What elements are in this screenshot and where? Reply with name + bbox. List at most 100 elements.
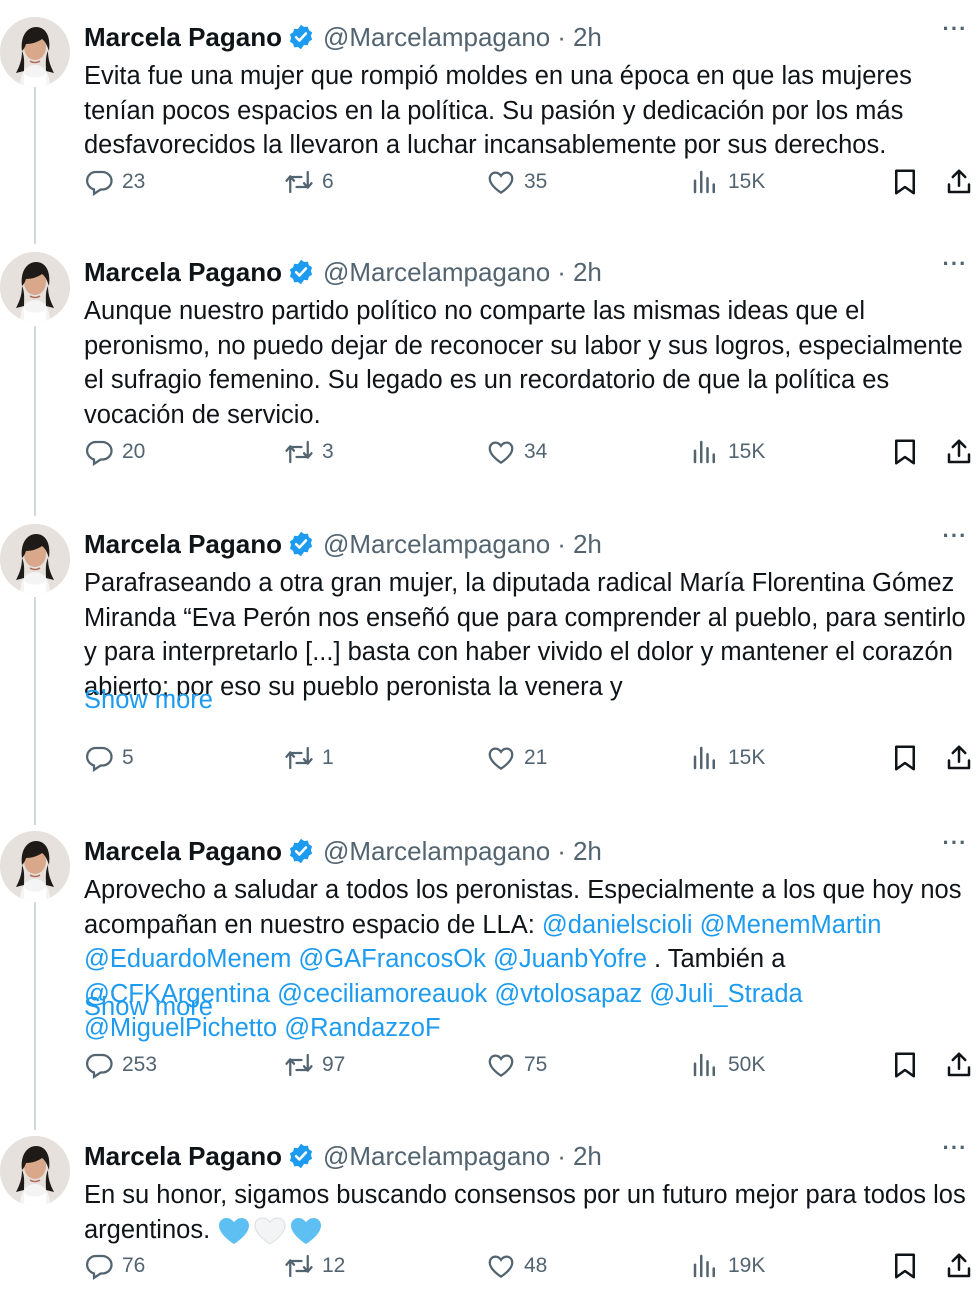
retweet-button[interactable]: 3 bbox=[284, 434, 334, 470]
author-name[interactable]: Marcela Pagano bbox=[84, 836, 282, 867]
like-button[interactable]: 48 bbox=[486, 1248, 547, 1284]
more-icon[interactable]: ··· bbox=[938, 18, 972, 49]
avatar[interactable] bbox=[0, 1136, 70, 1206]
like-count: 75 bbox=[524, 1053, 548, 1076]
tweet-header: Marcela Pagano @Marcelampagano · 2h bbox=[84, 254, 602, 290]
like-icon bbox=[486, 1251, 524, 1281]
tweet-header: Marcela Pagano @Marcelampagano · 2h bbox=[84, 526, 602, 562]
verified-badge-icon bbox=[287, 837, 315, 865]
tweet-body: Evita fue una mujer que rompió moldes en… bbox=[84, 62, 919, 160]
reply-button[interactable]: 20 bbox=[84, 434, 145, 470]
avatar[interactable] bbox=[0, 17, 70, 87]
white-heart-icon bbox=[254, 1217, 286, 1245]
more-icon[interactable]: ··· bbox=[938, 525, 972, 556]
reply-button[interactable]: 253 bbox=[84, 1047, 157, 1083]
tweet-text: En su honor, sigamos buscando consensos … bbox=[84, 1178, 974, 1247]
avatar[interactable] bbox=[0, 524, 70, 594]
mention-link[interactable]: @vtolosapaz bbox=[494, 980, 642, 1008]
author-handle[interactable]: @Marcelampagano bbox=[323, 22, 550, 53]
like-button[interactable]: 75 bbox=[486, 1047, 547, 1083]
show-more-link[interactable]: Show more bbox=[84, 686, 213, 715]
reply-button[interactable]: 5 bbox=[84, 740, 134, 776]
reply-button[interactable]: 76 bbox=[84, 1248, 145, 1284]
tweet-body: Aunque nuestro partido político no compa… bbox=[84, 297, 970, 429]
more-icon[interactable]: ··· bbox=[938, 832, 972, 863]
share-button[interactable] bbox=[944, 434, 974, 470]
share-button[interactable] bbox=[944, 1047, 974, 1083]
tweet[interactable]: Marcela Pagano @Marcelampagano · 2h ··· Aprov… bbox=[0, 831, 980, 1079]
bookmark-icon bbox=[890, 1251, 920, 1281]
bookmark-button[interactable] bbox=[890, 1047, 920, 1083]
separator: · bbox=[557, 835, 566, 866]
more-icon[interactable]: ··· bbox=[938, 253, 972, 284]
author-name[interactable]: Marcela Pagano bbox=[84, 257, 282, 288]
like-button[interactable]: 34 bbox=[486, 434, 547, 470]
author-name[interactable]: Marcela Pagano bbox=[84, 1141, 282, 1172]
share-button[interactable] bbox=[944, 1248, 974, 1284]
thread-line bbox=[34, 902, 36, 1130]
tweet[interactable]: Marcela Pagano @Marcelampagano · 2h ··· Paraf… bbox=[0, 524, 980, 772]
views-button[interactable]: 50K bbox=[690, 1047, 765, 1083]
timestamp[interactable]: 2h bbox=[573, 529, 602, 560]
blue-heart-icon bbox=[218, 1217, 250, 1245]
author-name[interactable]: Marcela Pagano bbox=[84, 529, 282, 560]
reply-icon bbox=[84, 743, 122, 773]
retweet-icon bbox=[284, 167, 322, 197]
avatar[interactable] bbox=[0, 252, 70, 322]
retweet-button[interactable]: 6 bbox=[284, 164, 334, 200]
retweet-button[interactable]: 12 bbox=[284, 1248, 345, 1284]
retweet-button[interactable]: 97 bbox=[284, 1047, 345, 1083]
views-button[interactable]: 15K bbox=[690, 740, 765, 776]
like-count: 35 bbox=[524, 170, 548, 193]
tweet-text: Aprovecho a saludar a todos los peronist… bbox=[84, 873, 974, 1046]
like-button[interactable]: 35 bbox=[486, 164, 547, 200]
timestamp[interactable]: 2h bbox=[573, 1141, 602, 1172]
mention-link[interactable]: @MenemMartin bbox=[700, 911, 882, 939]
views-button[interactable]: 19K bbox=[690, 1248, 765, 1284]
reply-button[interactable]: 23 bbox=[84, 164, 145, 200]
show-more-link[interactable]: Show more bbox=[84, 993, 213, 1022]
share-icon bbox=[944, 743, 974, 773]
tweet-header: Marcela Pagano @Marcelampagano · 2h bbox=[84, 833, 602, 869]
bookmark-button[interactable] bbox=[890, 1248, 920, 1284]
mention-link[interactable]: @GAFrancosOk bbox=[298, 945, 485, 973]
views-icon bbox=[690, 437, 728, 467]
author-handle[interactable]: @Marcelampagano bbox=[323, 529, 550, 560]
reply-count: 76 bbox=[122, 1254, 146, 1277]
share-button[interactable] bbox=[944, 740, 974, 776]
mention-link[interactable]: @ceciliamoreauok bbox=[277, 980, 487, 1008]
timestamp[interactable]: 2h bbox=[573, 836, 602, 867]
like-button[interactable]: 21 bbox=[486, 740, 547, 776]
reply-icon bbox=[84, 437, 122, 467]
retweet-button[interactable]: 1 bbox=[284, 740, 334, 776]
retweet-icon bbox=[284, 437, 322, 467]
mention-link[interactable]: @JuanbYofre bbox=[493, 945, 647, 973]
views-button[interactable]: 15K bbox=[690, 434, 765, 470]
like-icon bbox=[486, 167, 524, 197]
author-handle[interactable]: @Marcelampagano bbox=[323, 836, 550, 867]
author-handle[interactable]: @Marcelampagano bbox=[323, 257, 550, 288]
timestamp[interactable]: 2h bbox=[573, 257, 602, 288]
avatar[interactable] bbox=[0, 831, 70, 901]
bookmark-button[interactable] bbox=[890, 434, 920, 470]
views-button[interactable]: 15K bbox=[690, 164, 765, 200]
mention-link[interactable]: @EduardoMenem bbox=[84, 945, 291, 973]
author-name[interactable]: Marcela Pagano bbox=[84, 22, 282, 53]
timestamp[interactable]: 2h bbox=[573, 22, 602, 53]
more-icon[interactable]: ··· bbox=[938, 1137, 972, 1168]
tweet[interactable]: Marcela Pagano @Marcelampagano · 2h ··· En su… bbox=[0, 1136, 980, 1280]
separator: · bbox=[557, 21, 566, 52]
mention-link[interactable]: @RandazzoF bbox=[284, 1014, 440, 1042]
tweet[interactable]: Marcela Pagano @Marcelampagano · 2h ··· Aunqu… bbox=[0, 252, 980, 466]
bookmark-icon bbox=[890, 167, 920, 197]
bookmark-button[interactable] bbox=[890, 740, 920, 776]
author-handle[interactable]: @Marcelampagano bbox=[323, 1141, 550, 1172]
tweet-header: Marcela Pagano @Marcelampagano · 2h bbox=[84, 19, 602, 55]
mention-link[interactable]: @danielscioli bbox=[542, 911, 693, 939]
mention-link[interactable]: @Juli_Strada bbox=[649, 980, 802, 1008]
tweet[interactable]: Marcela Pagano @Marcelampagano · 2h ··· Evita… bbox=[0, 17, 980, 196]
bookmark-button[interactable] bbox=[890, 164, 920, 200]
share-button[interactable] bbox=[944, 164, 974, 200]
share-icon bbox=[944, 437, 974, 467]
blue-heart-icon bbox=[290, 1217, 322, 1245]
